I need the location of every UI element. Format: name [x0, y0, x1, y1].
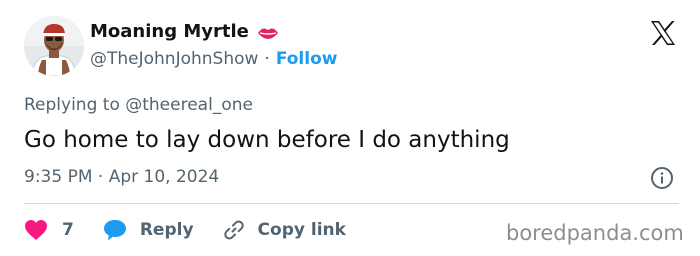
speech-bubble-icon	[102, 218, 128, 242]
author-name-row: Moaning Myrtle	[90, 20, 279, 44]
reply-label: Reply	[139, 220, 194, 240]
copy-link-label: Copy link	[257, 220, 346, 240]
replying-to[interactable]: Replying to @theereal_one	[24, 94, 253, 116]
tweet-timestamp[interactable]: 9:35 PM · Apr 10, 2024	[24, 166, 219, 188]
separator-dot: ·	[264, 49, 270, 69]
like-button[interactable]: 7	[24, 219, 74, 241]
avatar[interactable]	[24, 16, 84, 76]
avatar-image	[24, 16, 84, 76]
lips-icon	[257, 25, 279, 39]
like-count: 7	[62, 220, 74, 240]
x-logo-icon[interactable]	[648, 18, 678, 48]
follow-button[interactable]: Follow	[276, 48, 338, 70]
divider	[24, 203, 679, 204]
tweet-card: Moaning Myrtle @TheJohnJohnShow · Follow…	[0, 0, 700, 256]
heart-icon	[24, 219, 48, 241]
link-icon	[222, 218, 246, 242]
info-icon[interactable]	[650, 166, 674, 190]
user-handle[interactable]: @TheJohnJohnShow	[90, 48, 258, 70]
tweet-text: Go home to lay down before I do anything	[24, 127, 510, 153]
handle-row: @TheJohnJohnShow · Follow	[90, 48, 337, 70]
display-name[interactable]: Moaning Myrtle	[90, 20, 249, 44]
watermark: boredpanda.com	[506, 221, 684, 245]
copy-link-button[interactable]: Copy link	[222, 218, 346, 242]
action-bar: 7 Reply Copy link	[24, 214, 346, 246]
reply-button[interactable]: Reply	[102, 218, 194, 242]
